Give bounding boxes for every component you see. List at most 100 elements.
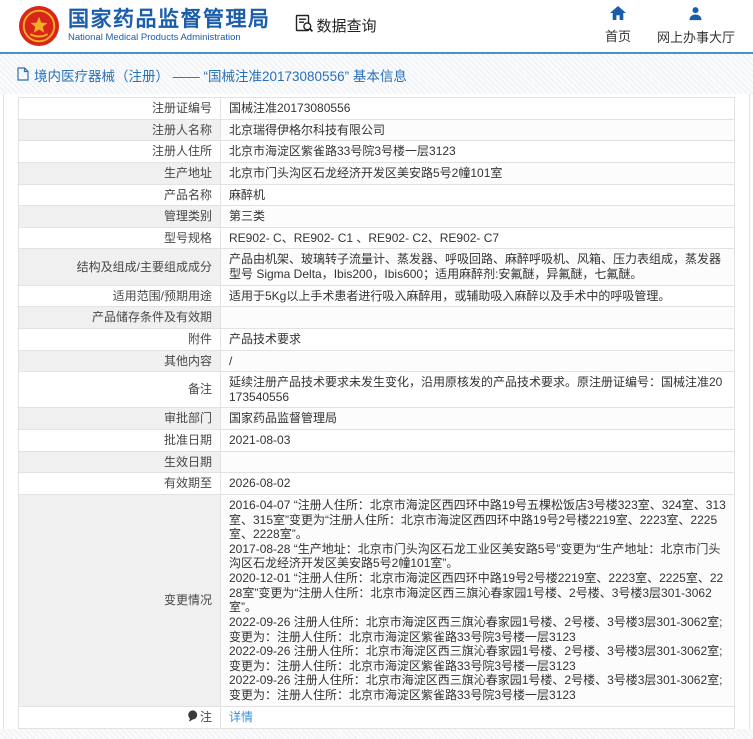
row-label: 注册证编号 bbox=[19, 98, 221, 120]
table-row: 附件产品技术要求 bbox=[19, 328, 735, 350]
national-emblem-logo bbox=[18, 5, 60, 47]
row-label-text: 产品名称 bbox=[164, 188, 212, 202]
row-label-text: 结构及组成/主要组成成分 bbox=[77, 260, 212, 274]
row-value: 2026-08-02 bbox=[221, 473, 735, 495]
table-row: 生效日期 bbox=[19, 451, 735, 473]
home-icon bbox=[610, 6, 626, 23]
top-nav: 首页 网上办事大厅 bbox=[605, 6, 741, 46]
change-record-line: 2020-12-01 “注册人住所：北京市海淀区西四环中路19号2号楼2219室… bbox=[229, 571, 726, 615]
row-label-text: 有效期至 bbox=[164, 476, 212, 490]
row-label-text: 型号规格 bbox=[164, 231, 212, 245]
row-label-text: 其他内容 bbox=[164, 354, 212, 368]
row-label-text: 批准日期 bbox=[164, 433, 212, 447]
table-row: 审批部门国家药品监督管理局 bbox=[19, 408, 735, 430]
row-label: 型号规格 bbox=[19, 227, 221, 249]
row-label: 产品名称 bbox=[19, 184, 221, 206]
note-balloon-icon bbox=[187, 710, 198, 726]
table-row: 型号规格 RE902- C、RE902- C1 、RE902- C2、RE902-… bbox=[19, 227, 735, 249]
row-value: 北京市海淀区紫雀路33号院3号楼一层3123 bbox=[221, 141, 735, 163]
org-name-block: 国家药品监督管理局 National Medical Products Admi… bbox=[68, 9, 271, 43]
content-area: 注册证编号国械注准20173080556注册人名称北京瑞得伊格尔科技有限公司注册… bbox=[3, 94, 750, 729]
row-label-text: 审批部门 bbox=[164, 411, 212, 425]
data-query-label: 数据查询 bbox=[317, 15, 377, 36]
table-row: 注 详情 bbox=[19, 706, 735, 729]
breadcrumb-bar: 境内医疗器械（注册） —— “国械注准20173080556” 基本信息 bbox=[0, 52, 753, 94]
change-record-line: 2017-08-28 “生产地址：北京市门头沟区石龙工业区美安路5号”变更为“生… bbox=[229, 542, 726, 571]
row-label-text: 备注 bbox=[188, 382, 212, 396]
footer-strip bbox=[0, 729, 753, 739]
table-row: 注册人住所北京市海淀区紫雀路33号院3号楼一层3123 bbox=[19, 141, 735, 163]
change-record-line: 2016-04-07 “注册人住所：北京市海淀区西四环中路19号五棵松饭店3号楼… bbox=[229, 498, 726, 542]
table-row: 注册人名称北京瑞得伊格尔科技有限公司 bbox=[19, 119, 735, 141]
row-value: 产品由机架、玻璃转子流量计、蒸发器、呼吸回路、麻醉呼吸机、风箱、压力表组成，蒸发… bbox=[221, 249, 735, 285]
row-value: 国家药品监督管理局 bbox=[221, 408, 735, 430]
row-value: 第三类 bbox=[221, 206, 735, 228]
data-query-nav[interactable]: 数据查询 bbox=[295, 14, 377, 37]
row-value: 2016-04-07 “注册人住所：北京市海淀区西四环中路19号五棵松饭店3号楼… bbox=[221, 494, 735, 706]
row-label: 批准日期 bbox=[19, 430, 221, 452]
nav-home[interactable]: 首页 bbox=[605, 6, 631, 46]
row-label: 其他内容 bbox=[19, 350, 221, 372]
table-row: 结构及组成/主要组成成分产品由机架、玻璃转子流量计、蒸发器、呼吸回路、麻醉呼吸机… bbox=[19, 249, 735, 285]
row-value: 北京市门头沟区石龙经济开发区美安路5号2幢101室 bbox=[221, 162, 735, 184]
row-label: 注册人住所 bbox=[19, 141, 221, 163]
change-record-line: 2022-09-26 注册人住所：北京市海淀区西三旗沁春家园1号楼、2号楼、3号… bbox=[229, 644, 726, 673]
user-icon bbox=[688, 6, 703, 24]
row-value: 国械注准20173080556 bbox=[221, 98, 735, 120]
change-record-line: 2022-09-26 注册人住所：北京市海淀区西三旗沁春家园1号楼、2号楼、3号… bbox=[229, 673, 726, 702]
row-label: 变更情况 bbox=[19, 494, 221, 706]
row-label-text: 产品储存条件及有效期 bbox=[92, 310, 212, 324]
table-row: 生产地址北京市门头沟区石龙经济开发区美安路5号2幢101室 bbox=[19, 162, 735, 184]
row-label: 结构及组成/主要组成成分 bbox=[19, 249, 221, 285]
nav-online-hall[interactable]: 网上办事大厅 bbox=[657, 6, 735, 46]
row-label: 注 bbox=[19, 706, 221, 729]
row-value bbox=[221, 451, 735, 473]
row-value: 延续注册产品技术要求未发生变化，沿用原核发的产品技术要求。原注册证编号：国械注准… bbox=[221, 372, 735, 408]
table-row: 适用范围/预期用途适用于5Kg以上手术患者进行吸入麻醉用，或辅助吸入麻醉以及手术… bbox=[19, 285, 735, 307]
row-value: 2021-08-03 bbox=[221, 430, 735, 452]
table-row: 变更情况 2016-04-07 “注册人住所：北京市海淀区西四环中路19号五棵松饭… bbox=[19, 494, 735, 706]
table-row: 有效期至 2026-08-02 bbox=[19, 473, 735, 495]
row-label-text: 生效日期 bbox=[164, 455, 212, 469]
row-label-text: 注 bbox=[200, 710, 212, 724]
row-label-text: 注册人名称 bbox=[152, 123, 212, 137]
change-record-line: 2022-09-26 注册人住所：北京市海淀区西三旗沁春家园1号楼、2号楼、3号… bbox=[229, 615, 726, 644]
row-label-text: 生产地址 bbox=[164, 166, 212, 180]
page-doc-icon bbox=[17, 67, 29, 84]
row-label-text: 注册人住所 bbox=[152, 144, 212, 158]
row-label: 有效期至 bbox=[19, 473, 221, 495]
table-row: 产品名称麻醉机 bbox=[19, 184, 735, 206]
table-row: 管理类别第三类 bbox=[19, 206, 735, 228]
row-label-text: 变更情况 bbox=[164, 593, 212, 607]
row-value: 麻醉机 bbox=[221, 184, 735, 206]
detail-link[interactable]: 详情 bbox=[229, 710, 253, 724]
org-name-en: National Medical Products Administration bbox=[68, 33, 271, 43]
row-label: 生效日期 bbox=[19, 451, 221, 473]
row-value: 北京瑞得伊格尔科技有限公司 bbox=[221, 119, 735, 141]
nav-hall-label: 网上办事大厅 bbox=[657, 27, 735, 46]
row-label: 适用范围/预期用途 bbox=[19, 285, 221, 307]
table-row: 备注延续注册产品技术要求未发生变化，沿用原核发的产品技术要求。原注册证编号：国械… bbox=[19, 372, 735, 408]
row-label-text: 管理类别 bbox=[164, 209, 212, 223]
row-value: 产品技术要求 bbox=[221, 328, 735, 350]
row-value: 适用于5Kg以上手术患者进行吸入麻醉用，或辅助吸入麻醉以及手术中的呼吸管理。 bbox=[221, 285, 735, 307]
site-header: 国家药品监督管理局 National Medical Products Admi… bbox=[0, 0, 753, 52]
row-label: 附件 bbox=[19, 328, 221, 350]
page: 国家药品监督管理局 National Medical Products Admi… bbox=[0, 0, 753, 721]
row-label: 生产地址 bbox=[19, 162, 221, 184]
table-row: 注册证编号国械注准20173080556 bbox=[19, 98, 735, 120]
table-row: 批准日期 2021-08-03 bbox=[19, 430, 735, 452]
row-value: / bbox=[221, 350, 735, 372]
breadcrumb: 境内医疗器械（注册） —— “国械注准20173080556” 基本信息 bbox=[17, 65, 407, 85]
row-label: 产品储存条件及有效期 bbox=[19, 307, 221, 329]
breadcrumb-text: 境内医疗器械（注册） —— “国械注准20173080556” 基本信息 bbox=[34, 65, 407, 85]
row-value: RE902- C、RE902- C1 、RE902- C2、RE902- C7 bbox=[221, 227, 735, 249]
table-row: 其他内容 / bbox=[19, 350, 735, 372]
row-label: 备注 bbox=[19, 372, 221, 408]
row-value: 详情 bbox=[221, 706, 735, 729]
info-table-body: 注册证编号国械注准20173080556注册人名称北京瑞得伊格尔科技有限公司注册… bbox=[19, 98, 735, 729]
registration-info-table: 注册证编号国械注准20173080556注册人名称北京瑞得伊格尔科技有限公司注册… bbox=[18, 97, 735, 729]
row-label-text: 附件 bbox=[188, 332, 212, 346]
row-label: 管理类别 bbox=[19, 206, 221, 228]
document-search-icon bbox=[295, 14, 314, 37]
